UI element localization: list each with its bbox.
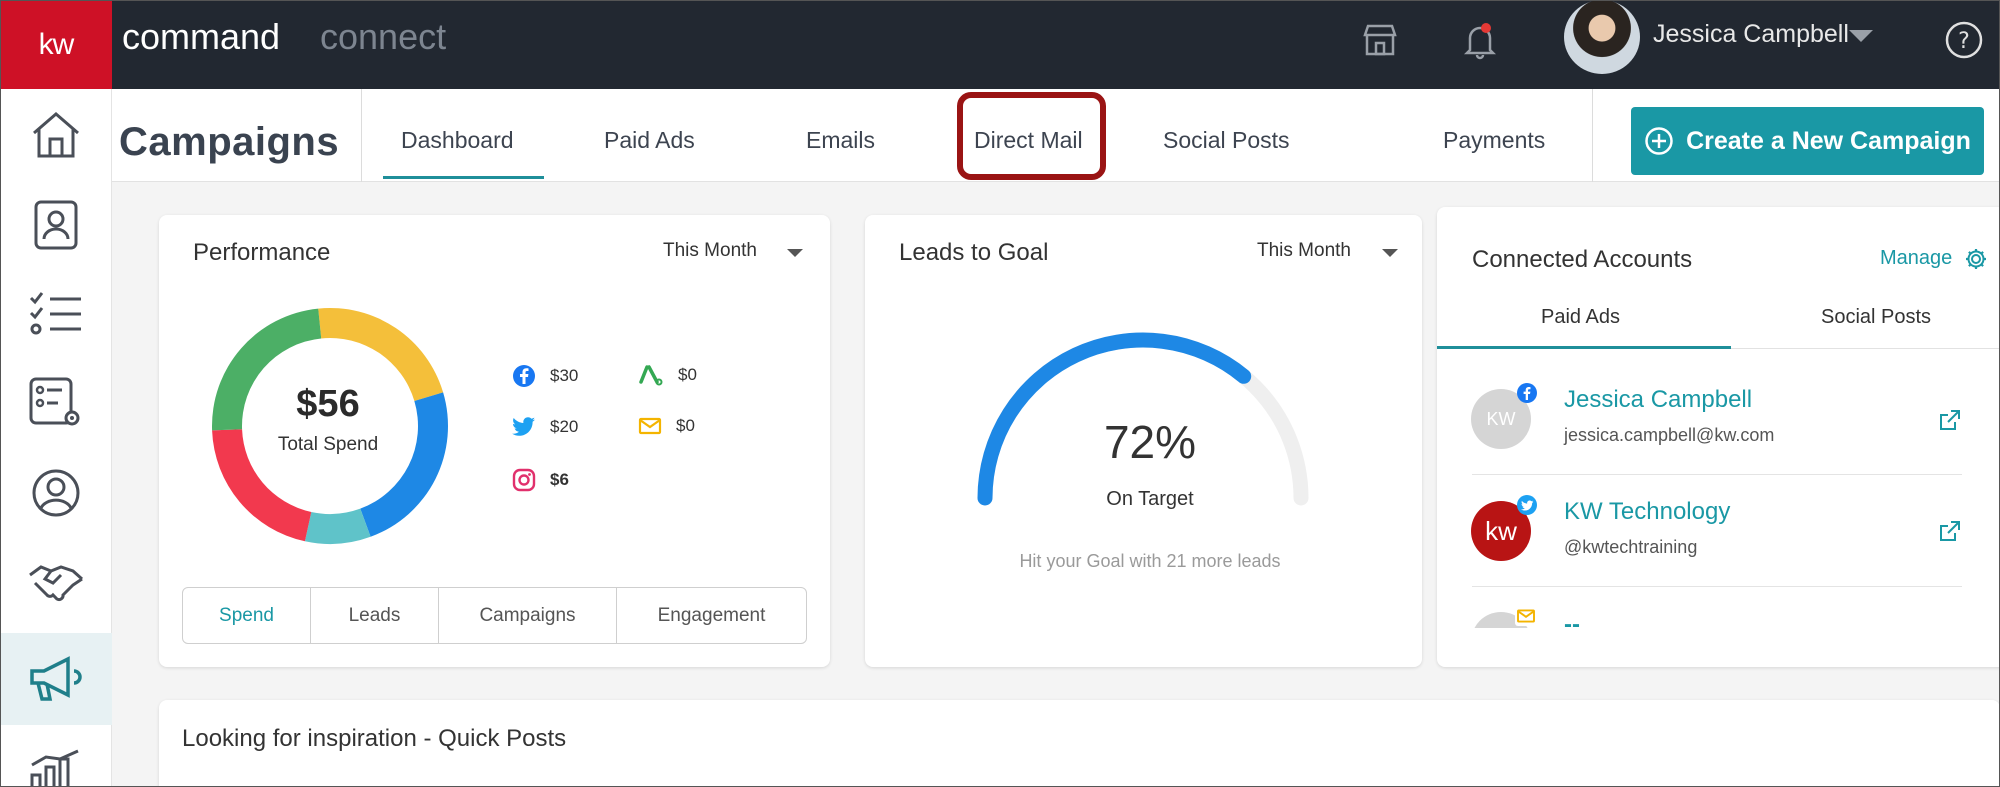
handshake-icon [29, 565, 83, 602]
account-handle: jessica.campbell@kw.com [1564, 425, 1775, 445]
legend-adwords: $0 [638, 364, 697, 386]
mail-icon [638, 417, 662, 435]
legend-facebook: $30 [512, 364, 578, 388]
brand-command[interactable]: command [122, 16, 280, 58]
contacts-icon [34, 200, 78, 250]
account-handle: @kwtechtraining [1564, 537, 1698, 557]
megaphone-icon [30, 656, 82, 701]
donut-segment-instagram [304, 508, 371, 544]
connected-accounts-title: Connected Accounts [1472, 246, 1693, 273]
inspiration-title: Looking for inspiration - Quick Posts [182, 725, 567, 752]
account-name[interactable]: KW Technology [1564, 498, 1730, 526]
user-avatar[interactable] [1564, 0, 1640, 74]
legend-mail: $0 [638, 416, 695, 436]
home-icon [33, 112, 79, 158]
performance-title: Performance [193, 239, 331, 266]
highlight-box [957, 92, 1106, 180]
leads-period-select[interactable]: This Month [1257, 240, 1351, 262]
tasks-icon [29, 292, 81, 335]
sidebar [0, 89, 112, 787]
sidebar-item-home[interactable] [0, 89, 112, 181]
chevron-down-icon[interactable] [1849, 30, 1873, 42]
gear-icon[interactable] [1964, 247, 1988, 271]
instagram-icon [512, 468, 536, 492]
account-divider [1472, 586, 1962, 587]
user-name[interactable]: Jessica Campbell [1653, 20, 1849, 49]
sidebar-item-campaigns[interactable] [0, 633, 112, 725]
kw-logo[interactable]: kw [0, 0, 112, 89]
leads-hint: Hit your Goal with 21 more leads [1019, 551, 1281, 571]
adwords-icon [639, 365, 663, 386]
top-bar: kw command connect Jessica Campbell ? [0, 0, 2000, 89]
performance-period-select[interactable]: This Month [663, 240, 757, 262]
help-icon[interactable]: ? [1936, 12, 1992, 68]
checklist-settings-icon [29, 377, 80, 426]
chart-icon [30, 749, 79, 787]
create-campaign-label: Create a New Campaign [1686, 126, 1971, 155]
sidebar-item-profile[interactable] [0, 447, 112, 539]
create-campaign-button[interactable]: Create a New Campaign [1631, 107, 1984, 175]
sidebar-item-handshake[interactable] [0, 537, 112, 629]
sidebar-item-checklist-settings[interactable] [0, 357, 112, 449]
tab-social-posts[interactable]: Social Posts [1163, 127, 1290, 154]
leads-to-goal-title: Leads to Goal [899, 239, 1049, 266]
tab-payments[interactable]: Payments [1443, 127, 1545, 154]
tab-paid-ads[interactable]: Paid Ads [604, 127, 695, 154]
segment-campaigns[interactable]: Campaigns [439, 588, 617, 643]
legend-instagram: $6 [512, 468, 569, 492]
total-spend-label: Total Spend [277, 434, 379, 455]
chevron-down-icon[interactable] [1382, 249, 1398, 257]
account-name[interactable]: Jessica Campbell [1564, 386, 1752, 414]
manage-link[interactable]: Manage [1880, 247, 1952, 270]
account-name-clip: -- [1564, 611, 1580, 628]
active-tab-indicator [1437, 346, 1731, 349]
active-tab-indicator [383, 176, 544, 179]
leads-status: On Target [1106, 488, 1194, 510]
external-link-icon[interactable] [1939, 409, 1961, 431]
account-divider [1472, 474, 1962, 475]
spend-donut-chart [212, 308, 448, 544]
facebook-icon [513, 365, 535, 387]
leads-percent: 72% [1103, 416, 1197, 468]
tab-accounts-social-posts[interactable]: Social Posts [1821, 306, 1931, 329]
mail-icon [1515, 606, 1537, 626]
segment-leads[interactable]: Leads [311, 588, 439, 643]
bell-icon[interactable] [1452, 12, 1508, 68]
tab-accounts-paid-ads[interactable]: Paid Ads [1541, 306, 1620, 329]
twitter-icon [1517, 495, 1537, 515]
profile-icon [32, 469, 80, 517]
sidebar-item-tasks[interactable] [0, 267, 112, 359]
total-spend-value: $56 [296, 383, 360, 425]
twitter-icon [512, 417, 535, 436]
chevron-down-icon[interactable] [787, 249, 803, 257]
performance-metric-toggle: Spend Leads Campaigns Engagement [182, 587, 807, 644]
sidebar-item-analytics[interactable] [0, 729, 112, 787]
account-name[interactable]: -- [1564, 611, 1580, 628]
tab-emails[interactable]: Emails [806, 127, 875, 154]
segment-engagement[interactable]: Engagement [617, 588, 806, 643]
tab-dashboard[interactable]: Dashboard [401, 127, 514, 154]
plus-circle-icon [1645, 127, 1673, 155]
sidebar-item-contacts[interactable] [0, 179, 112, 271]
header-divider [361, 89, 362, 182]
brand-connect[interactable]: connect [320, 16, 446, 58]
svg-text:?: ? [1958, 29, 1970, 54]
page-title: Campaigns [119, 120, 340, 164]
segment-spend[interactable]: Spend [183, 588, 311, 643]
header-divider [1592, 89, 1593, 182]
legend-twitter: $20 [512, 416, 578, 438]
facebook-icon [1517, 383, 1537, 403]
external-link-icon[interactable] [1939, 520, 1961, 542]
store-icon[interactable] [1352, 12, 1408, 68]
